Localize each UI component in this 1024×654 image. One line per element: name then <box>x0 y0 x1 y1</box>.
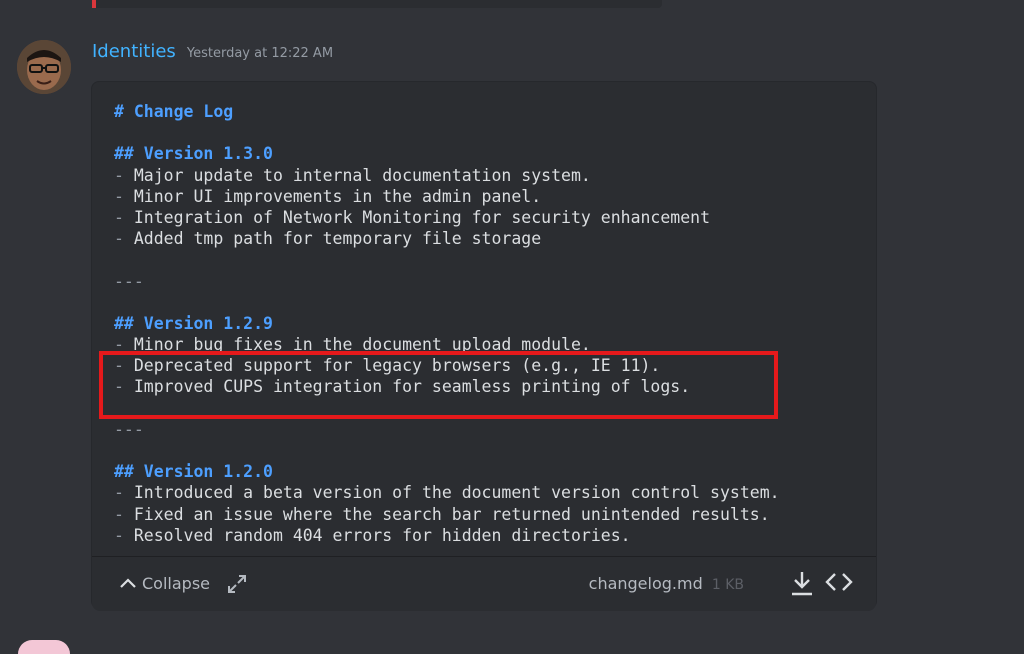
filename[interactable]: changelog.md <box>589 574 703 593</box>
line-text: --- <box>114 419 144 439</box>
heading-text: ## Version 1.3.0 <box>114 144 273 164</box>
list-dash: - <box>114 483 134 503</box>
code-list-line: - Minor bug fixes in the document upload… <box>114 334 866 355</box>
file-info: changelog.md 1 KB <box>589 574 744 593</box>
code-heading-line: ## Version 1.3.0 <box>114 143 866 164</box>
list-item-text: Resolved random 404 errors for hidden di… <box>133 525 631 545</box>
code-list-line: - Added tmp path for temporary file stor… <box>114 228 866 249</box>
filesize: 1 KB <box>711 577 744 593</box>
heading-text: # Change Log <box>114 102 234 121</box>
code-list-line: - Fixed an issue where the search bar re… <box>114 504 866 525</box>
avatar-image <box>17 40 71 94</box>
list-dash: - <box>114 335 134 355</box>
line-text: --- <box>114 271 144 291</box>
previous-embed-accent <box>92 0 96 8</box>
collapse-button[interactable]: Collapse <box>118 573 210 593</box>
expand-arrows-icon[interactable] <box>226 573 248 599</box>
list-dash: - <box>114 504 134 524</box>
code-preview: # Change Log ## Version 1.3.0- Major upda… <box>114 101 866 555</box>
attachment-footer: Collapse changelog.md 1 KB <box>92 556 876 611</box>
file-attachment: # Change Log ## Version 1.3.0- Major upda… <box>91 81 877 611</box>
code-heading-line: ## Version 1.2.0 <box>114 461 866 482</box>
list-item-text: Major update to internal documentation s… <box>133 165 591 185</box>
list-item-text: Integration of Network Monitoring for se… <box>133 207 711 227</box>
list-item-text: Minor bug fixes in the document upload m… <box>133 335 591 355</box>
list-dash: - <box>114 229 134 249</box>
previous-embed <box>92 0 662 8</box>
code-list-line: - Deprecated support for legacy browsers… <box>114 355 866 376</box>
avatar[interactable] <box>17 40 71 94</box>
list-dash: - <box>114 186 134 206</box>
code-brackets-icon[interactable] <box>824 570 854 598</box>
code-rule-line: --- <box>114 271 866 292</box>
code-heading-line: ## Version 1.2.9 <box>114 313 866 334</box>
collapse-label: Collapse <box>142 573 210 593</box>
code-heading-line: # Change Log <box>114 101 866 122</box>
list-dash: - <box>114 207 134 227</box>
timestamp[interactable]: Yesterday at 12:22 AM <box>187 46 333 61</box>
heading-text: ## Version 1.2.0 <box>114 462 273 482</box>
list-item-text: Deprecated support for legacy browsers (… <box>133 356 661 376</box>
code-list-line: - Minor UI improvements in the admin pan… <box>114 186 866 207</box>
code-list-line: - Introduced a beta version of the docum… <box>114 482 866 503</box>
code-list-line: - Improved CUPS integration for seamless… <box>114 376 866 397</box>
chevron-up-icon <box>120 578 136 588</box>
code-list-line: - Integration of Network Monitoring for … <box>114 207 866 228</box>
list-dash: - <box>114 525 134 545</box>
list-item-text: Introduced a beta version of the documen… <box>133 483 780 503</box>
list-item-text: Improved CUPS integration for seamless p… <box>133 377 691 397</box>
code-rule-line: --- <box>114 419 866 440</box>
code-list-line: - Major update to internal documentation… <box>114 165 866 186</box>
list-dash: - <box>114 356 134 376</box>
next-message-avatar[interactable] <box>18 640 70 654</box>
list-dash: - <box>114 377 134 397</box>
username[interactable]: Identities <box>92 41 176 62</box>
list-item-text: Fixed an issue where the search bar retu… <box>133 504 770 524</box>
list-item-text: Added tmp path for temporary file storag… <box>133 229 542 249</box>
list-dash: - <box>114 165 134 185</box>
heading-text: ## Version 1.2.9 <box>114 313 273 333</box>
list-item-text: Minor UI improvements in the admin panel… <box>133 186 542 206</box>
code-list-line: - Resolved random 404 errors for hidden … <box>114 525 866 546</box>
message-header: Identities Yesterday at 12:22 AM <box>92 41 333 62</box>
download-icon[interactable] <box>788 569 816 601</box>
